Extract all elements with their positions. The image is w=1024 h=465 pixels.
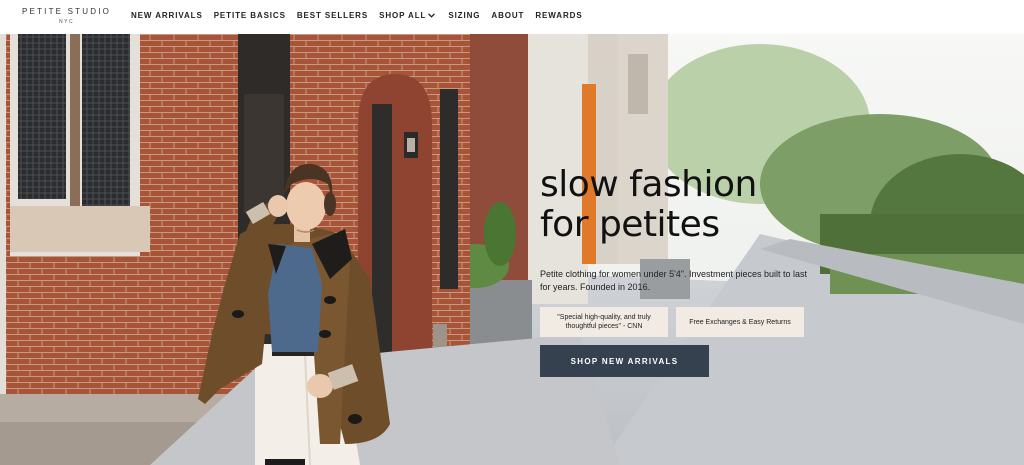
nav-label: BEST SELLERS [296,11,369,20]
returns-text: Free Exchanges & Easy Returns [689,318,791,326]
press-quote-text: "Special high-quality, and truly thought… [557,314,651,330]
nav-label: REWARDS [535,11,583,20]
press-quote-badge: "Special high-quality, and truly thought… [540,307,668,337]
nav-label: ABOUT [491,11,525,20]
hero-subtitle: Petite clothing for women under 5'4". In… [540,269,808,292]
nav-item-rewards[interactable]: REWARDS [535,11,582,20]
hero-photo [0,34,1024,465]
nav-item-about[interactable]: ABOUT [491,11,524,20]
site-header: PETITE STUDIO NYC NEW ARRIVALS PETITE BA… [0,0,1024,34]
shop-new-arrivals-button[interactable]: SHOP NEW ARRIVALS [540,345,709,377]
nav-item-petite-basics[interactable]: PETITE BASICS [214,11,286,20]
brand-logo[interactable]: PETITE STUDIO NYC [22,7,111,25]
main-nav: NEW ARRIVALS PETITE BASICS BEST SELLERS … [131,11,594,20]
brand-sub: NYC [59,19,75,25]
nav-item-new-arrivals[interactable]: NEW ARRIVALS [131,11,203,20]
brand-name: PETITE STUDIO [22,7,112,16]
chevron-down-icon [428,13,436,18]
nav-item-shop-all[interactable]: SHOP ALL [379,11,436,20]
headline-line-2: for petites [540,204,720,245]
nav-item-sizing[interactable]: SIZING [448,11,480,20]
hero-banner: slow fashion for petites Petite clothing… [0,34,1024,465]
nav-label: NEW ARRIVALS [131,11,203,20]
hero-headline: slow fashion for petites [540,165,757,245]
nav-label: PETITE BASICS [213,11,286,20]
returns-badge: Free Exchanges & Easy Returns [676,307,804,337]
headline-line-1: slow fashion [540,164,757,205]
nav-label: SHOP ALL [379,11,427,20]
nav-item-best-sellers[interactable]: BEST SELLERS [297,11,368,20]
nav-label: SIZING [448,11,481,20]
